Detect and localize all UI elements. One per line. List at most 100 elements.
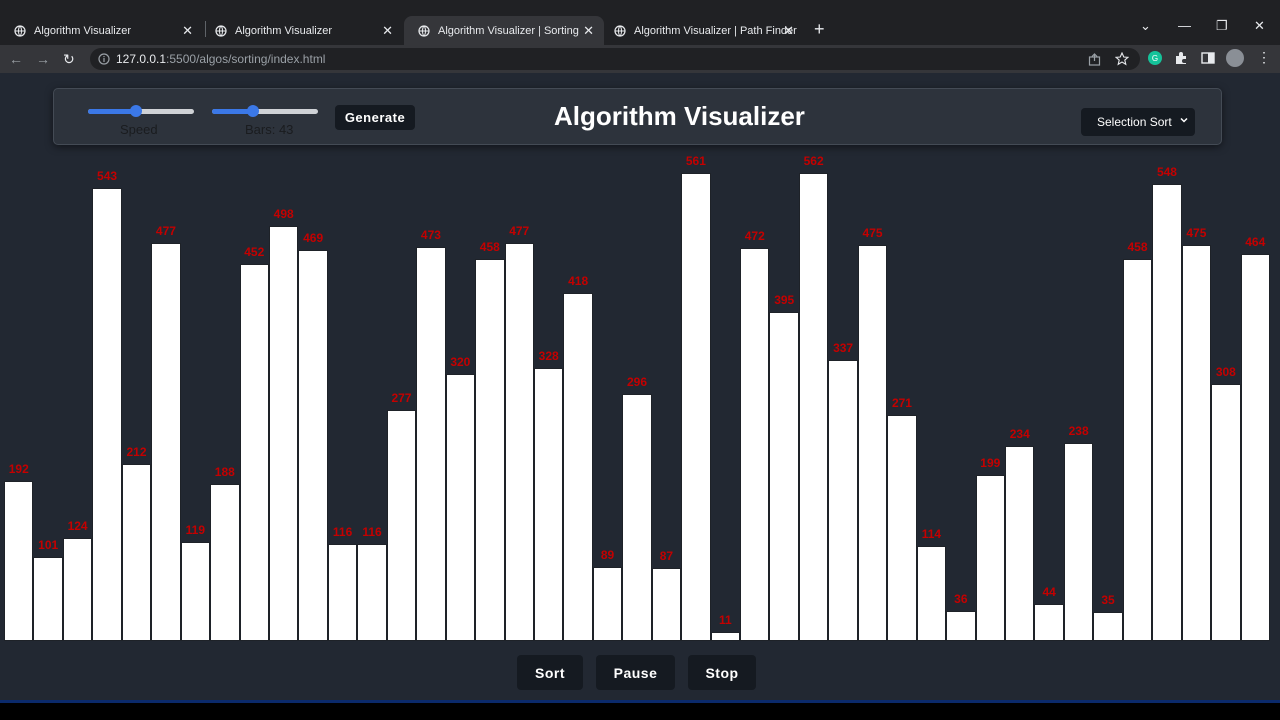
sort-button[interactable]: Sort bbox=[517, 655, 583, 690]
url-text: 127.0.0.1:5500/algos/sorting/index.html bbox=[116, 52, 326, 66]
bar-value-label: 271 bbox=[891, 396, 912, 411]
browser-toolbar: ← → ↻ 127.0.0.1:5500/algos/sorting/index… bbox=[0, 45, 1280, 73]
bars-slider[interactable] bbox=[212, 105, 318, 117]
bar bbox=[180, 541, 211, 641]
bar bbox=[651, 568, 682, 641]
tab-search-icon[interactable]: ⌄ bbox=[1140, 18, 1151, 34]
side-panel-icon[interactable] bbox=[1201, 51, 1215, 65]
bar-value-label: 477 bbox=[155, 224, 176, 239]
generate-button[interactable]: Generate bbox=[335, 105, 415, 130]
bar bbox=[1152, 184, 1182, 641]
address-bar[interactable]: 127.0.0.1:5500/algos/sorting/index.html bbox=[90, 48, 1140, 70]
bar-value-label: 477 bbox=[509, 224, 530, 239]
bar bbox=[710, 631, 741, 641]
browser-tab[interactable]: Algorithm Visualizer ✕ bbox=[0, 16, 203, 45]
bar bbox=[798, 172, 829, 641]
bar-value-label: 548 bbox=[1156, 165, 1177, 180]
sorting-bars-chart: 192 101 124 543 212 477 119 188 452 498 469 116 116 2… bbox=[0, 73, 1280, 643]
bar bbox=[4, 480, 34, 641]
bar bbox=[210, 484, 240, 641]
bar bbox=[975, 475, 1006, 641]
bar bbox=[828, 360, 858, 641]
speed-slider[interactable] bbox=[88, 105, 194, 117]
bar-value-label: 473 bbox=[420, 227, 441, 242]
tab-title: Algorithm Visualizer | Path Finder bbox=[634, 24, 797, 37]
bar bbox=[268, 225, 299, 641]
bar bbox=[298, 250, 328, 641]
bar bbox=[62, 537, 93, 641]
bar bbox=[121, 464, 152, 641]
bar-value-label: 114 bbox=[921, 526, 942, 541]
bar-value-label: 475 bbox=[1186, 226, 1207, 241]
bar-value-label: 238 bbox=[1068, 423, 1089, 438]
close-icon[interactable]: ✕ bbox=[783, 23, 794, 39]
bar bbox=[357, 544, 387, 641]
bookmark-star-icon[interactable] bbox=[1115, 52, 1129, 66]
bar bbox=[416, 246, 446, 641]
bar bbox=[857, 245, 888, 641]
bar-value-label: 296 bbox=[626, 375, 648, 390]
browser-tab[interactable]: Algorithm Visualizer ✕ bbox=[201, 16, 403, 45]
bar-value-label: 472 bbox=[744, 228, 765, 243]
globe-icon bbox=[418, 24, 430, 37]
bar bbox=[563, 292, 593, 641]
extension-grammarly-icon[interactable]: G bbox=[1148, 51, 1162, 65]
bar bbox=[622, 394, 652, 641]
bar-value-label: 562 bbox=[803, 153, 824, 168]
chevron-down-icon bbox=[1180, 117, 1188, 123]
pause-button[interactable]: Pause bbox=[596, 655, 675, 690]
taskbar-strip bbox=[0, 700, 1280, 720]
back-icon[interactable]: ← bbox=[9, 51, 23, 67]
bars-slider-handle[interactable] bbox=[247, 105, 260, 117]
globe-icon bbox=[215, 24, 227, 37]
bar bbox=[239, 264, 269, 641]
page-content: 192 101 124 543 212 477 119 188 452 498 469 116 116 2… bbox=[0, 73, 1280, 700]
minimize-icon[interactable]: — bbox=[1178, 18, 1191, 33]
globe-icon bbox=[614, 24, 626, 37]
browser-tab-strip: Algorithm Visualizer ✕ Algorithm Visuali… bbox=[0, 0, 1280, 45]
bar-value-label: 498 bbox=[273, 206, 294, 221]
tab-title: Algorithm Visualizer bbox=[34, 24, 132, 37]
bar-value-label: 543 bbox=[97, 169, 118, 184]
bar bbox=[1034, 604, 1064, 641]
bar bbox=[533, 367, 564, 641]
bar-value-label: 469 bbox=[303, 231, 324, 246]
new-tab-icon[interactable]: + bbox=[814, 19, 825, 40]
svg-text:G: G bbox=[1152, 54, 1158, 63]
bar-value-label: 561 bbox=[685, 154, 706, 169]
algorithm-select-value: Selection Sort bbox=[1097, 115, 1172, 129]
close-icon[interactable]: ✕ bbox=[382, 23, 393, 39]
bar bbox=[151, 243, 181, 641]
avatar[interactable] bbox=[1226, 49, 1244, 67]
bars-count-label: Bars: 43 bbox=[245, 122, 294, 137]
bar bbox=[1063, 442, 1094, 641]
bar-value-label: 192 bbox=[8, 461, 29, 476]
control-header: Speed Bars: 43 Generate Algorithm Visual… bbox=[53, 88, 1222, 145]
browser-tab-active[interactable]: Algorithm Visualizer | Sorting ✕ bbox=[404, 16, 604, 45]
bar bbox=[1093, 611, 1123, 641]
extensions-puzzle-icon[interactable] bbox=[1174, 51, 1188, 65]
forward-icon[interactable]: → bbox=[36, 51, 50, 67]
browser-tab[interactable]: Algorithm Visualizer | Path Finder ✕ bbox=[600, 16, 804, 45]
close-icon[interactable]: ✕ bbox=[182, 23, 193, 39]
bar bbox=[1005, 445, 1035, 641]
page-title: Algorithm Visualizer bbox=[554, 101, 805, 131]
bar bbox=[592, 566, 623, 641]
bar-value-label: 464 bbox=[1245, 235, 1266, 250]
bar bbox=[1240, 254, 1270, 641]
bar-value-label: 234 bbox=[1009, 426, 1030, 441]
window-close-icon[interactable]: ✕ bbox=[1254, 18, 1265, 34]
speed-slider-handle[interactable] bbox=[129, 105, 142, 117]
bar bbox=[681, 173, 711, 641]
bar bbox=[504, 243, 534, 641]
menu-kebab-icon[interactable]: ⋮ bbox=[1257, 49, 1271, 66]
share-icon[interactable] bbox=[1088, 53, 1101, 66]
bar bbox=[946, 610, 976, 641]
algorithm-select[interactable]: Selection Sort bbox=[1081, 108, 1195, 136]
reload-icon[interactable]: ↻ bbox=[63, 51, 75, 68]
stop-button[interactable]: Stop bbox=[688, 655, 756, 690]
maximize-icon[interactable]: ❐ bbox=[1216, 18, 1228, 34]
info-icon[interactable] bbox=[98, 53, 110, 65]
bar bbox=[1122, 259, 1153, 641]
close-icon[interactable]: ✕ bbox=[583, 23, 594, 39]
